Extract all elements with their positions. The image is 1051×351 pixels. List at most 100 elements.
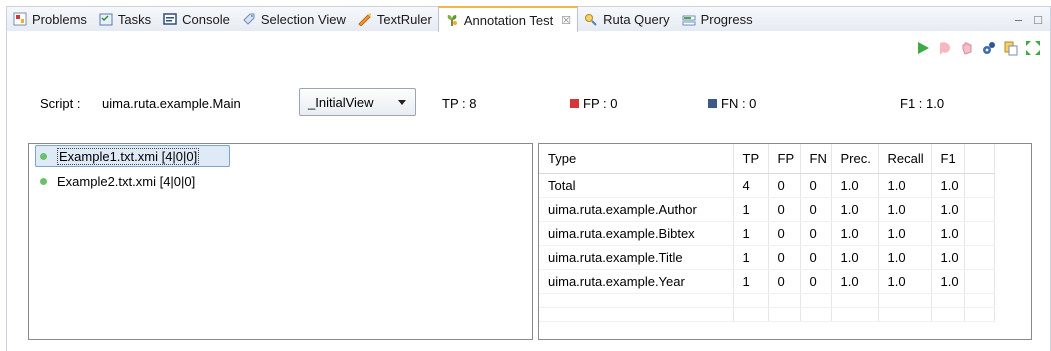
tab-progress[interactable]: Progress [676,7,759,31]
clear-icon[interactable] [959,40,975,56]
cell-fp: 0 [768,197,801,222]
cell-fp: 0 [768,221,801,246]
tab-selection-view[interactable]: Selection View [236,7,352,31]
minimize-icon[interactable]: – [1015,12,1022,27]
file-label: Example1.txt.xmi [4|0|0] [57,147,200,165]
cell-prec: 1.0 [831,221,879,246]
run-test-icon[interactable] [915,40,931,56]
tab-label: Ruta Query [603,11,670,27]
col-recall[interactable]: Recall [878,144,932,174]
cell-fn: 0 [800,269,832,294]
col-tp[interactable]: TP [733,144,769,174]
status-dot-icon [40,152,47,160]
cell-type: uima.ruta.example.Bibtex [539,221,734,246]
textruler-icon [358,13,371,26]
cell-fn: 0 [800,245,832,270]
tab-label: Progress [700,11,753,27]
script-label: Script : [40,96,81,111]
cell-type: uima.ruta.example.Year [539,269,734,294]
cell-type: Total [539,173,734,198]
cell-fn: 0 [800,173,832,198]
cell-f1: 1.0 [931,221,965,246]
settings-icon[interactable] [981,40,997,56]
selection-view-icon [243,13,255,25]
tp-value: TP : 8 [442,96,477,111]
ruta-query-icon [585,14,597,26]
view-toolbar [915,40,1041,56]
results-table: Type TP FP FN Prec. Recall F1 Total 4 0 … [539,144,995,322]
test-file-list[interactable]: Example1.txt.xmi [4|0|0] Example2.txt.xm… [28,143,533,340]
test-summary: Script : uima.ruta.example.Main _Initial… [40,88,1030,118]
table-row[interactable]: uima.ruta.example.Author 1 0 0 1.0 1.0 1… [539,197,995,222]
cell-tp: 1 [733,221,769,246]
cell-recall: 1.0 [878,197,932,222]
tab-ruta-query[interactable]: Ruta Query [578,7,675,31]
fn-marker-icon [708,99,717,109]
tab-label: Problems [32,11,87,27]
f1-value: F1 : 1.0 [900,96,945,111]
table-row-empty [539,307,995,322]
cell-tp: 1 [733,245,769,270]
col-fn[interactable]: FN [800,144,832,174]
table-header-row: Type TP FP FN Prec. Recall F1 [539,144,995,174]
cell-prec: 1.0 [831,245,879,270]
tab-textruler[interactable]: TextRuler [352,7,438,31]
progress-icon [682,15,696,26]
col-type[interactable]: Type [539,144,734,174]
table-row[interactable]: uima.ruta.example.Bibtex 1 0 0 1.0 1.0 1… [539,221,995,246]
tab-label: TextRuler [376,11,432,27]
tab-tasks[interactable]: Tasks [93,7,157,31]
table-row-empty [539,293,995,308]
cell-fn: 0 [800,197,832,222]
cell-recall: 1.0 [878,245,932,270]
view-select-value: _InitialView [308,95,374,110]
view-tab-bar: Problems Tasks Console Selection View Te… [6,6,1051,32]
cell-empty [964,221,995,246]
cell-tp: 1 [733,269,769,294]
file-label: Example2.txt.xmi [4|0|0] [57,173,196,189]
cell-empty [964,245,995,270]
table-row[interactable]: Total 4 0 0 1.0 1.0 1.0 [539,173,995,198]
table-row[interactable]: uima.ruta.example.Title 1 0 0 1.0 1.0 1.… [539,245,995,270]
cell-tp: 1 [733,197,769,222]
maximize-icon[interactable]: □ [1034,12,1042,27]
cell-f1: 1.0 [931,245,965,270]
tab-console[interactable]: Console [157,7,236,31]
col-spacer [964,144,995,174]
col-f1[interactable]: F1 [931,144,965,174]
cell-empty [964,197,995,222]
close-tab-icon[interactable]: ☒ [561,14,571,27]
tasks-icon [99,13,113,26]
list-item[interactable]: Example2.txt.xmi [4|0|0] [36,170,195,192]
cell-type: uima.ruta.example.Author [539,197,734,222]
view-select[interactable]: _InitialView [299,88,416,116]
fn-value: FN : 0 [721,96,757,111]
tab-problems[interactable]: Problems [7,7,93,31]
cell-f1: 1.0 [931,269,965,294]
list-item[interactable]: Example1.txt.xmi [4|0|0] [35,145,231,167]
exclude-icon[interactable] [937,40,953,56]
results-table-panel[interactable]: Type TP FP FN Prec. Recall F1 Total 4 0 … [538,143,1032,340]
annotation-test-icon [447,15,457,26]
cell-f1: 1.0 [931,173,965,198]
fp-marker-icon [570,99,579,109]
cell-prec: 1.0 [831,269,879,294]
tab-annotation-test[interactable]: Annotation Test ☒ [437,6,579,32]
fp-value: FP : 0 [583,96,618,111]
cell-recall: 1.0 [878,221,932,246]
tab-label: Annotation Test [463,12,554,28]
cell-type: uima.ruta.example.Title [539,245,734,270]
cell-recall: 1.0 [878,173,932,198]
cell-prec: 1.0 [831,173,879,198]
cell-f1: 1.0 [931,197,965,222]
tab-label: Selection View [260,11,346,27]
col-fp[interactable]: FP [768,144,801,174]
table-row[interactable]: uima.ruta.example.Year 1 0 0 1.0 1.0 1.0 [539,269,995,294]
expand-icon[interactable] [1025,40,1041,56]
script-name: uima.ruta.example.Main [102,96,241,111]
cell-tp: 4 [733,173,769,198]
col-prec[interactable]: Prec. [831,144,879,174]
cell-fp: 0 [768,269,801,294]
export-icon[interactable] [1003,40,1019,56]
console-icon [163,13,177,25]
